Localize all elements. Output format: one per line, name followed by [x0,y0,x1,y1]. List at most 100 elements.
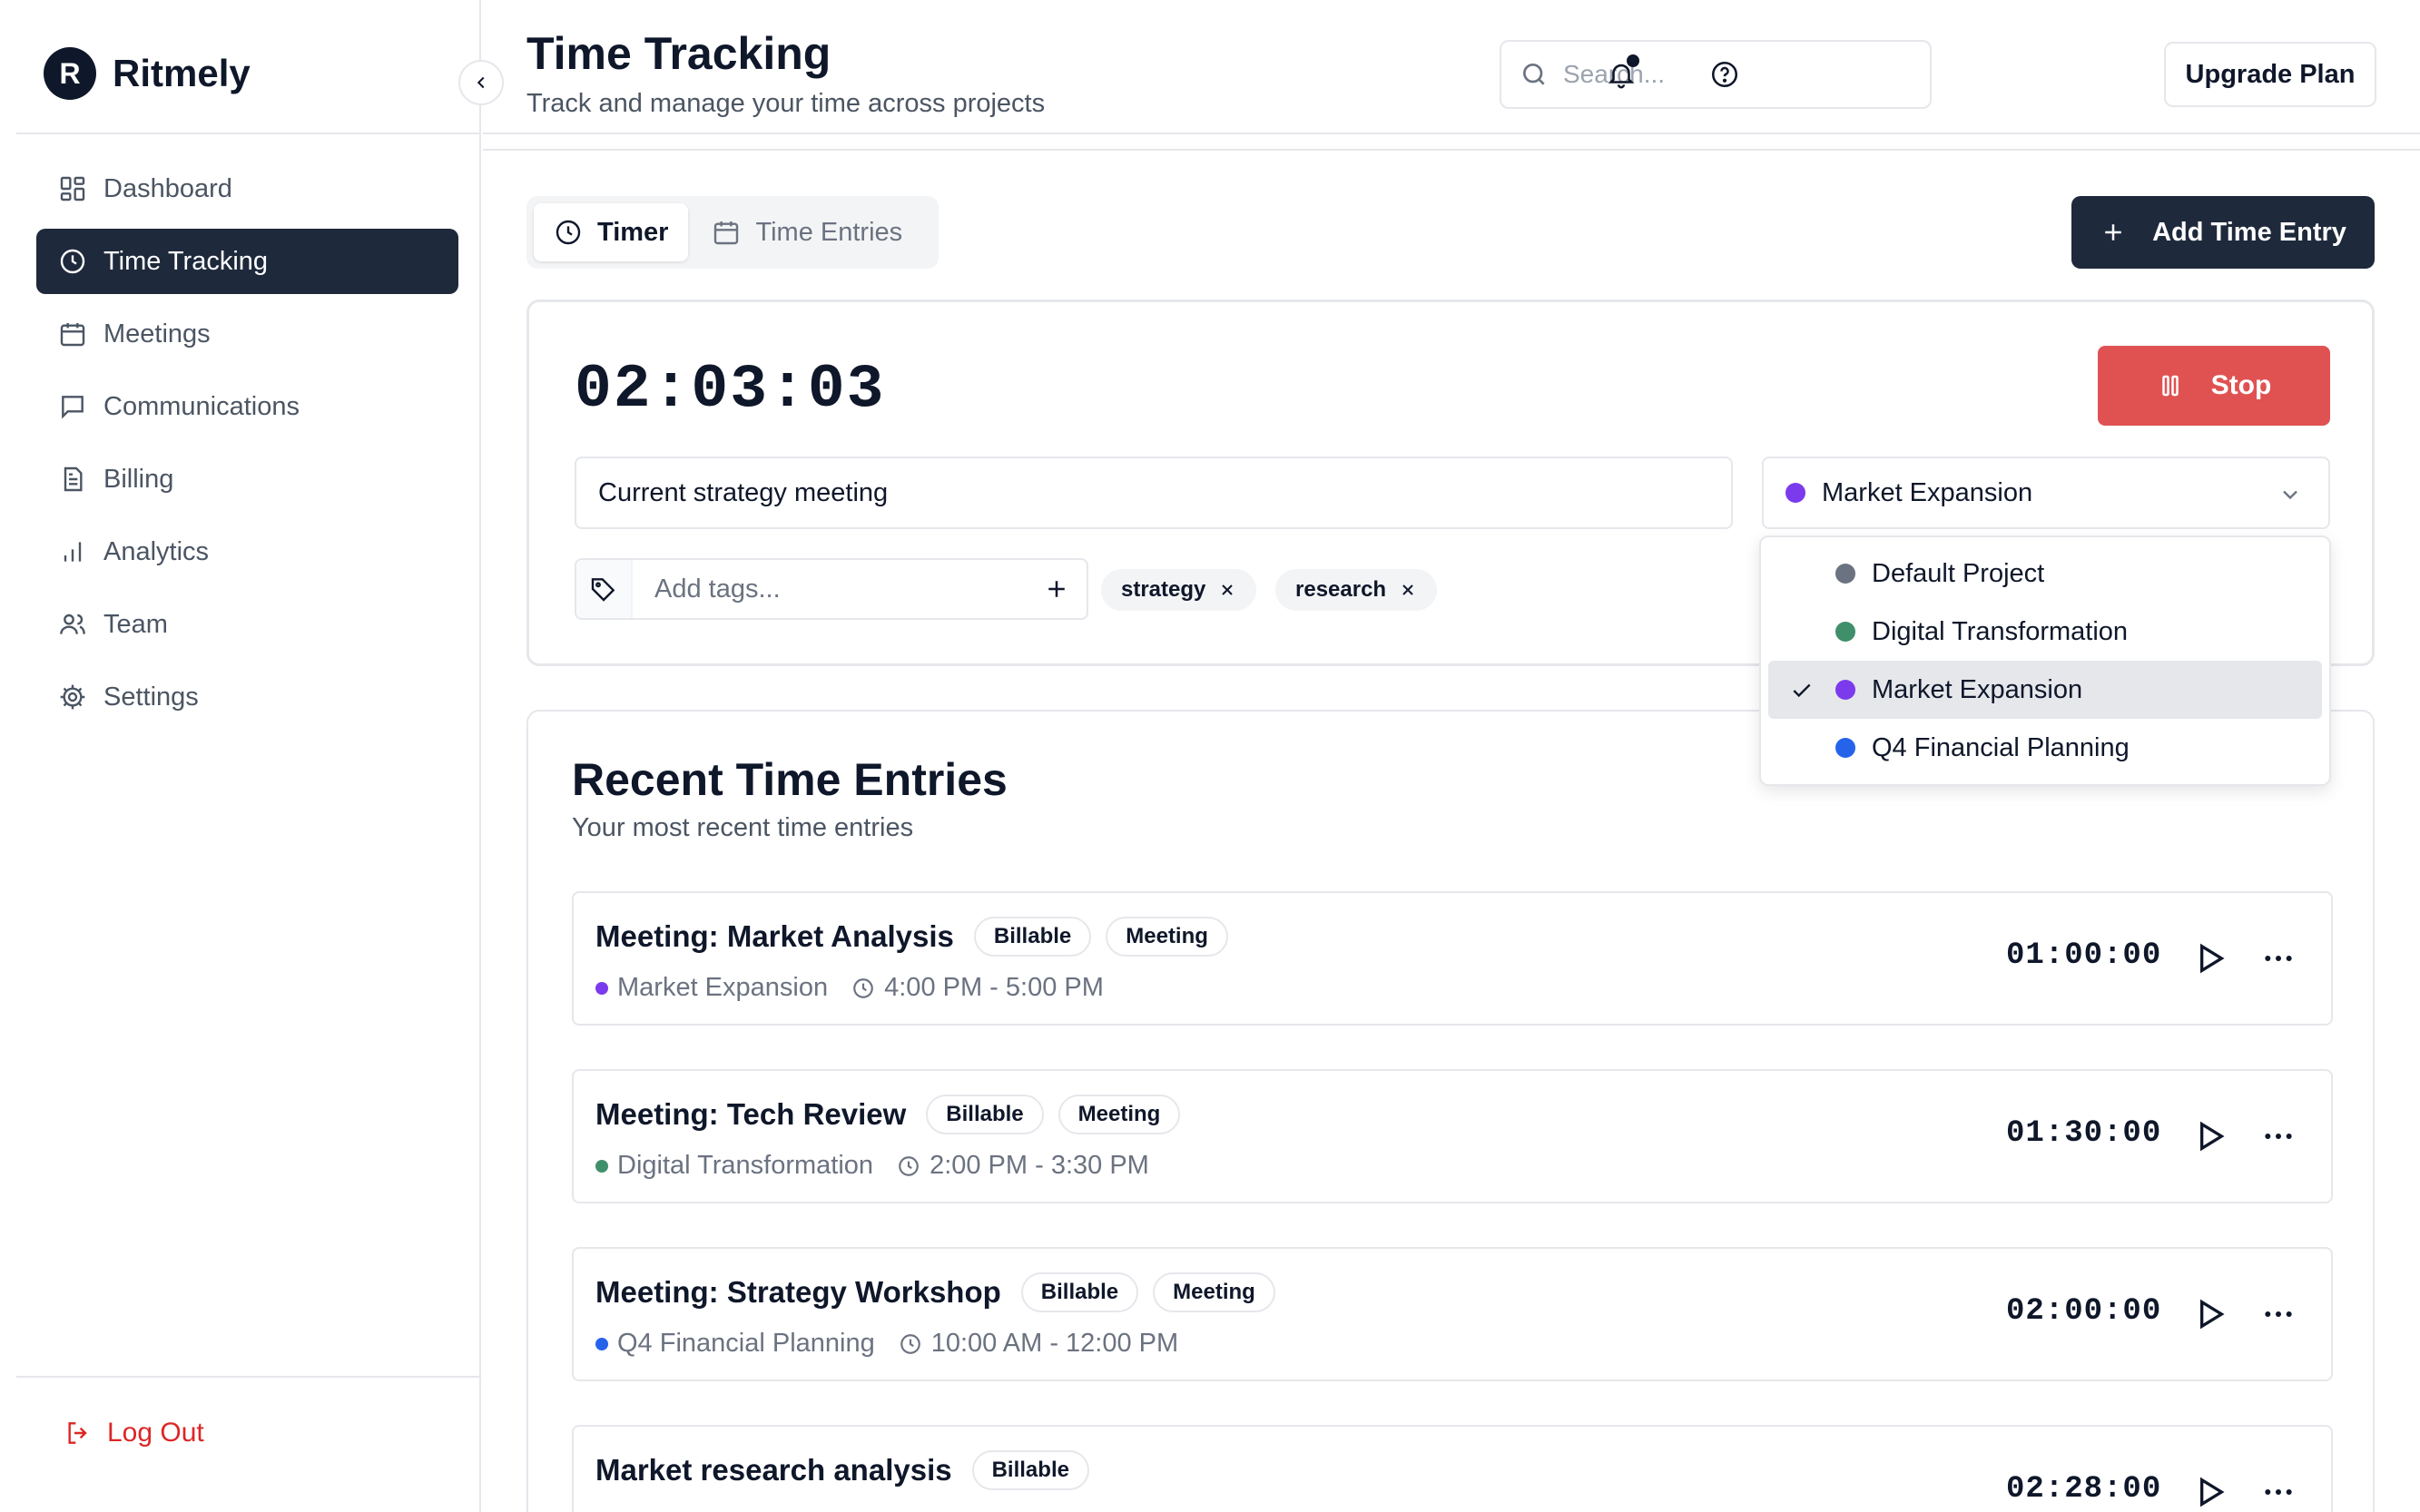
sidebar-item-dashboard[interactable]: Dashboard [36,156,458,221]
entry-title: Meeting: Market Analysis [595,919,954,953]
entry-title-row: Market research analysis Billable [595,1450,1089,1490]
entry-badge: Billable [926,1095,1044,1134]
entry-title-row: Meeting: Market Analysis Billable Meeting [595,917,1228,957]
entry-project: Digital Transformation [617,1151,874,1180]
entry-title-row: Meeting: Tech Review Billable Meeting [595,1095,1181,1134]
stop-button[interactable]: Stop [2098,346,2330,426]
project-select-value: Market Expansion [1822,477,2033,507]
plus-icon [2105,224,2121,241]
entry-title: Meeting: Tech Review [595,1097,907,1131]
entry-badge: Meeting [1058,1095,1181,1134]
sidebar-item-communications[interactable]: Communications [36,374,458,439]
collapse-sidebar-button[interactable] [458,60,504,105]
recent-entries-card: Recent Time Entries Your most recent tim… [526,710,2375,1512]
project-color-dot [1785,483,1805,503]
notifications-button[interactable] [1596,49,1647,100]
add-tag-icon[interactable] [1043,575,1070,603]
sidebar-divider [16,1376,479,1378]
project-option-label: Default Project [1872,558,2045,588]
entry-duration: 02:00:00 [2006,1294,2162,1329]
entry-badge: Meeting [1153,1272,1275,1312]
gear-icon [60,684,85,710]
entry-duration: 01:30:00 [2006,1116,2162,1151]
entry-time-range: 10:00 AM - 12:00 PM [930,1329,1179,1358]
clock-icon [899,1155,919,1176]
sidebar-item-label: Meetings [103,319,211,349]
remove-tag-icon[interactable] [1399,581,1417,599]
more-options-icon[interactable] [2260,1296,2297,1332]
search-icon [1523,64,1545,85]
entry-title: Market research analysis [595,1453,952,1487]
project-select[interactable]: Market Expansion [1762,457,2330,529]
upgrade-plan-button[interactable]: Upgrade Plan [2164,42,2376,107]
clock-icon [556,220,581,245]
clock-icon [853,977,873,998]
remove-tag-icon[interactable] [1218,581,1236,599]
entry-time-range: 4:00 PM - 5:00 PM [884,973,1104,1002]
check-icon [1793,683,1811,698]
project-option[interactable]: Q4 Financial Planning [1768,719,2322,777]
sidebar-item-analytics[interactable]: Analytics [36,519,458,584]
logout-button[interactable]: Log Out [64,1418,204,1448]
entry-meta: Market Expansion 4:00 PM - 5:00 PM [595,973,1104,1003]
sidebar: R Ritmely Dashboard Time Tracking Meetin… [0,0,481,1512]
more-options-icon[interactable] [2260,1118,2297,1154]
sidebar-item-label: Time Tracking [103,246,269,276]
tags-input[interactable]: Add tags... [575,558,1088,620]
sidebar-item-label: Team [103,609,168,639]
tag-chip: strategy [1101,569,1257,611]
entry-title: Meeting: Strategy Workshop [595,1275,1001,1309]
more-options-icon[interactable] [2260,1474,2297,1510]
play-icon[interactable] [2191,1118,2228,1154]
sidebar-item-team[interactable]: Team [36,592,458,657]
project-dropdown: Default Project Digital Transformation M… [1759,535,2331,786]
users-icon [60,614,85,634]
stop-label: Stop [2210,370,2272,400]
brand[interactable]: R Ritmely [44,47,251,100]
project-color-dot [595,1337,608,1350]
help-button[interactable] [1699,49,1750,100]
entry-badge: Billable [973,917,1092,957]
time-entry-row[interactable]: Meeting: Strategy Workshop Billable Meeti… [572,1247,2333,1381]
brand-logo: R [44,47,96,100]
project-color-dot [1835,622,1855,642]
notification-dot [1627,54,1639,67]
page-title: Time Tracking [526,28,831,79]
project-option[interactable]: Market Expansion [1768,661,2322,719]
sidebar-item-meetings[interactable]: Meetings [36,301,458,367]
document-icon [64,466,83,492]
tag-icon [591,578,615,602]
add-time-entry-button[interactable]: Add Time Entry [2071,196,2375,269]
time-entry-row[interactable]: Meeting: Market Analysis Billable Meeting… [572,891,2333,1026]
sidebar-divider [16,133,479,134]
dashboard-icon [60,176,85,201]
chevron-left-icon [477,76,485,89]
entry-meta: Q4 Financial Planning 10:00 AM - 12:00 P… [595,1329,1178,1359]
play-icon[interactable] [2191,1474,2228,1510]
calendar-icon [714,221,739,245]
logout-label: Log Out [107,1418,204,1448]
time-entry-row[interactable]: Market research analysis Billable 02:28:… [572,1425,2333,1512]
entry-duration: 02:28:00 [2006,1472,2162,1507]
sidebar-item-label: Settings [103,682,199,712]
recent-entries-title: Recent Time Entries [572,754,1008,805]
project-option[interactable]: Digital Transformation [1768,603,2322,661]
project-option[interactable]: Default Project [1768,545,2322,603]
time-entry-row[interactable]: Meeting: Tech Review Billable Meeting Dig… [572,1069,2333,1203]
tab-time-entries[interactable]: Time Entries [692,203,922,261]
project-color-dot [1835,680,1855,700]
tab-label: Time Entries [755,217,903,247]
entry-project: Market Expansion [617,973,829,1002]
sidebar-nav: Dashboard Time Tracking Meetings Communi… [36,156,458,737]
sidebar-item-billing[interactable]: Billing [36,447,458,512]
sidebar-item-time-tracking[interactable]: Time Tracking [36,229,458,294]
description-input[interactable]: Current strategy meeting [575,457,1733,529]
play-icon[interactable] [2191,940,2228,977]
tab-timer[interactable]: Timer [534,203,689,261]
project-color-dot [595,981,608,995]
clock-icon [900,1333,920,1354]
sidebar-item-settings[interactable]: Settings [36,664,458,730]
play-icon[interactable] [2191,1296,2228,1332]
brand-name: Ritmely [113,52,251,94]
more-options-icon[interactable] [2260,940,2297,977]
